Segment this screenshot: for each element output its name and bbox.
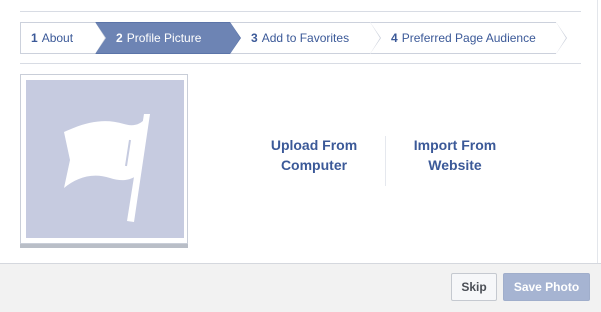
save-photo-button[interactable]: Save Photo	[503, 273, 590, 301]
profile-picture-placeholder	[26, 80, 184, 238]
upload-options-divider	[385, 136, 386, 186]
step-about[interactable]: 1 About	[20, 22, 106, 54]
skip-button[interactable]: Skip	[451, 273, 497, 301]
step-label: Profile Picture	[126, 31, 202, 45]
setup-steps-nav: 1 About 2 Profile Picture 3 Add to Favor…	[20, 22, 567, 54]
steps-divider	[20, 63, 581, 64]
step-preferred-page-audience[interactable]: 4 Preferred Page Audience	[370, 22, 567, 54]
step-number: 3	[251, 31, 258, 45]
flag-icon	[64, 114, 150, 222]
step-number: 2	[116, 31, 123, 45]
step-number: 1	[31, 31, 38, 45]
step-label: Preferred Page Audience	[401, 31, 536, 45]
step-add-to-favorites[interactable]: 3 Add to Favorites	[230, 22, 381, 54]
profile-picture-preview	[20, 74, 188, 244]
step-number: 4	[391, 31, 398, 45]
upload-from-computer-link[interactable]: Upload From Computer	[254, 135, 374, 175]
dialog-footer: Skip Save Photo	[0, 263, 601, 312]
step-profile-picture[interactable]: 2 Profile Picture	[95, 22, 241, 54]
import-from-website-link[interactable]: Import From Website	[395, 135, 515, 175]
step-label: Add to Favorites	[261, 31, 350, 45]
right-edge-divider	[597, 0, 598, 263]
step-label: About	[41, 31, 74, 45]
top-divider	[20, 11, 581, 12]
